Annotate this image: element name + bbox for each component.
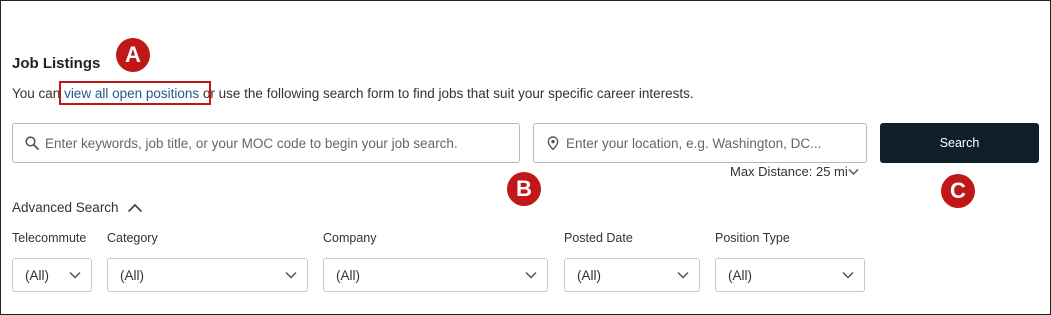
company-select[interactable]: (All): [323, 258, 548, 292]
page-title: Job Listings: [12, 55, 101, 72]
location-placeholder: Enter your location, e.g. Washington, DC…: [566, 135, 822, 151]
annotation-badge-a: A: [116, 38, 150, 72]
annotation-badge-c: C: [941, 174, 975, 208]
chevron-down-icon: [848, 168, 859, 175]
advanced-search-label: Advanced Search: [12, 200, 119, 215]
telecommute-value: (All): [25, 267, 49, 283]
search-button[interactable]: Search: [880, 123, 1039, 163]
telecommute-select[interactable]: (All): [12, 258, 92, 292]
chevron-down-icon: [525, 271, 537, 279]
keywords-placeholder: Enter keywords, job title, or your MOC c…: [45, 135, 458, 151]
chevron-down-icon: [285, 271, 297, 279]
location-search-field[interactable]: Enter your location, e.g. Washington, DC…: [533, 123, 867, 163]
posted-date-value: (All): [577, 267, 601, 283]
advanced-search-toggle[interactable]: Advanced Search: [12, 200, 143, 215]
position-type-label: Position Type: [715, 231, 790, 245]
max-distance-label: Max Distance: 25 mi: [730, 164, 848, 179]
posted-date-label: Posted Date: [564, 231, 633, 245]
category-select[interactable]: (All): [107, 258, 308, 292]
chevron-up-icon: [127, 203, 142, 212]
map-pin-icon: [547, 136, 559, 150]
category-value: (All): [120, 267, 144, 283]
company-value: (All): [336, 267, 360, 283]
chevron-down-icon: [842, 271, 854, 279]
chevron-down-icon: [69, 271, 81, 279]
annotation-badge-b: B: [507, 172, 541, 206]
max-distance-select[interactable]: Max Distance: 25 mi: [730, 164, 859, 179]
intro-text-after: or use the following search form to find…: [199, 86, 694, 101]
search-icon: [25, 136, 39, 150]
company-label: Company: [323, 231, 377, 245]
category-label: Category: [107, 231, 158, 245]
intro-text-before: You can: [12, 86, 65, 101]
telecommute-label: Telecommute: [12, 231, 87, 245]
position-type-value: (All): [728, 267, 752, 283]
annotation-highlight-box: [59, 81, 211, 105]
position-type-select[interactable]: (All): [715, 258, 865, 292]
chevron-down-icon: [677, 271, 689, 279]
posted-date-select[interactable]: (All): [564, 258, 700, 292]
keywords-search-field[interactable]: Enter keywords, job title, or your MOC c…: [12, 123, 520, 163]
